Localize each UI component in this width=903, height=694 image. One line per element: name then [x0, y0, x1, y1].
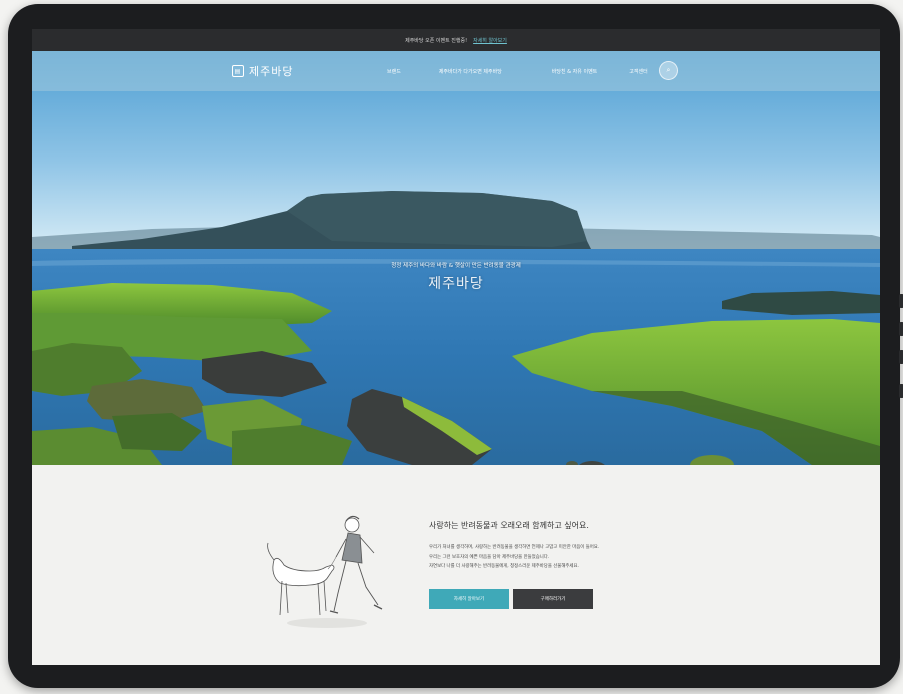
search-icon[interactable]: ⌕	[659, 61, 678, 80]
logo-mark-icon: ▤	[232, 65, 244, 77]
notice-bar: 제주바당 오픈 이벤트 진행중! 자세히 알아보기	[32, 29, 880, 51]
top-navigation: ▤ 제주바당 브랜드 제주바다가 다가오면 제주바당 바당친 & 자유 이벤트 …	[32, 51, 880, 91]
nav-item-customer-center[interactable]: 고객센터	[629, 68, 647, 75]
side-button	[899, 294, 903, 308]
site-logo[interactable]: ▤ 제주바당	[232, 63, 293, 79]
intro-section: 사랑하는 반려동물과 오래오래 함께하고 싶어요. 우리가 처녀를 생각하며, …	[32, 465, 880, 665]
nav-item-event[interactable]: 바당친 & 자유 이벤트	[552, 68, 597, 75]
side-button	[899, 322, 903, 336]
hero-title: 제주바당	[428, 276, 484, 292]
intro-buttons: 자세히 알아보기 구매하러가기	[429, 589, 593, 609]
intro-paragraph: 우리가 처녀를 생각하며, 사랑하는 반려동물을 생각하면 언제나 고맙고 미안…	[429, 545, 600, 550]
intro-headline: 사랑하는 반려동물과 오래오래 함께하고 싶어요.	[429, 521, 589, 530]
logo-text: 제주바당	[249, 65, 294, 78]
hero-caption: 청정 제주의 바다와 바람 & 햇살이 만든 반려동물 관광제	[391, 263, 521, 269]
notice-text: 제주바당 오픈 이벤트 진행중!	[405, 37, 468, 44]
side-button	[899, 384, 903, 398]
tablet-frame: 제주바당 오픈 이벤트 진행중! 자세히 알아보기 청정 제주의 바다와 바람 …	[8, 4, 903, 688]
learn-more-button[interactable]: 자세히 알아보기	[429, 589, 509, 609]
nav-item-jeju-badang[interactable]: 제주바다가 다가오면 제주바당	[439, 68, 502, 75]
intro-paragraph: 우리는 그런 보호자의 예쁜 마음을 담아 제주바당을 만들었습니다.	[429, 554, 550, 560]
hero-image	[32, 51, 880, 465]
dog-walker-illustration	[267, 515, 383, 628]
intro-paragraph: 자연보다 나를 더 사랑해주는 반려동물에게, 청정스러운 제주바당을 선물해주…	[429, 564, 579, 569]
notice-link[interactable]: 자세히 알아보기	[473, 37, 507, 44]
side-button	[899, 350, 903, 364]
buy-button[interactable]: 구매하러가기	[513, 589, 593, 609]
nav-menu: 브랜드 제주바다가 다가오면 제주바당 바당친 & 자유 이벤트 고객센터	[387, 68, 648, 75]
hero-section: 청정 제주의 바다와 바람 & 햇살이 만든 반려동물 관광제 제주바당	[32, 51, 880, 465]
nav-item-brand[interactable]: 브랜드	[387, 68, 401, 75]
intro-text-block: 사랑하는 반려동물과 오래오래 함께하고 싶어요. 우리가 처녀를 생각하며, …	[429, 520, 689, 572]
browser-screen: 제주바당 오픈 이벤트 진행중! 자세히 알아보기 청정 제주의 바다와 바람 …	[32, 29, 880, 665]
